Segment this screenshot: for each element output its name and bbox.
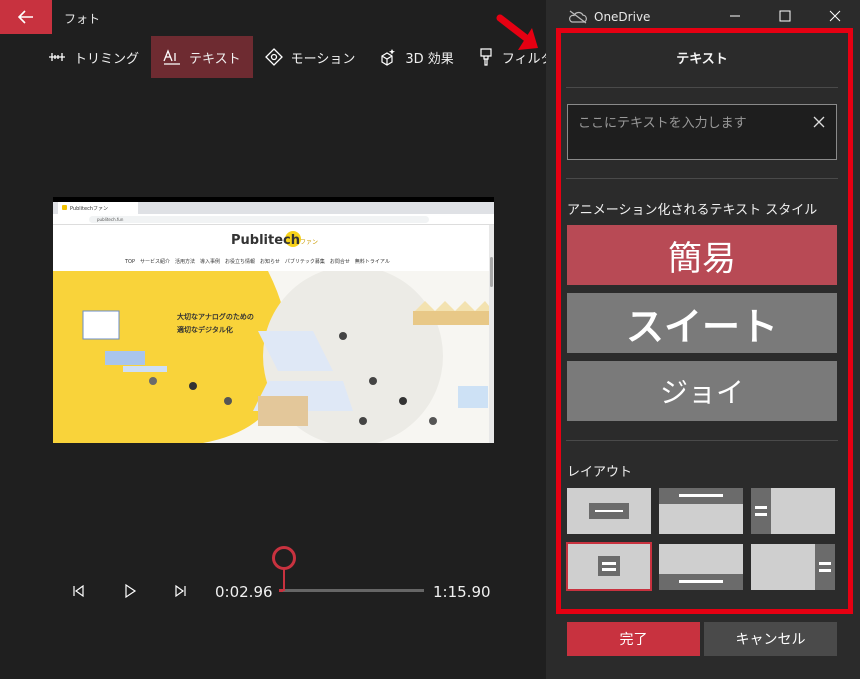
app-title: フォト	[64, 12, 101, 26]
next-frame-button[interactable]	[171, 581, 191, 601]
annotation-arrow-icon	[496, 14, 538, 50]
close-window-button[interactable]	[826, 7, 844, 25]
site-logo: Publitechファン	[231, 233, 318, 248]
divider	[566, 87, 838, 88]
maximize-button[interactable]	[776, 7, 794, 25]
layout-center-option[interactable]	[567, 488, 651, 534]
current-time: 0:02.96	[215, 583, 273, 601]
style-sweet-button[interactable]: スイート	[567, 293, 837, 353]
site-nav: TOP サービス紹介 活用方法 導入事例 お役立ち情報 お知らせ パブリテック募…	[125, 259, 390, 265]
style-simple-button[interactable]: 簡易	[567, 225, 837, 285]
back-button[interactable]	[0, 0, 52, 34]
video-preview[interactable]: Publitechファン publitech.fun Publitechファン …	[53, 197, 494, 443]
motion-icon	[264, 48, 283, 66]
previous-frame-button[interactable]	[68, 581, 88, 601]
website-screenshot: Publitechファン TOP サービス紹介 活用方法 導入事例 お役立ち情報…	[53, 225, 494, 443]
layout-bottom-option[interactable]	[659, 544, 743, 590]
style-sweet-label: スイート	[625, 304, 778, 349]
photos-app-window: フォト トリミング テキスト モーション 3D 効果 フィルター Publite…	[0, 0, 860, 679]
layout-line	[755, 506, 767, 509]
step-forward-icon	[175, 584, 186, 598]
scroll-thumb	[490, 257, 493, 287]
tab-3d-effects-label: 3D 効果	[405, 51, 454, 67]
minimize-button[interactable]	[726, 7, 744, 25]
divider	[566, 440, 838, 441]
clear-icon[interactable]	[812, 115, 826, 129]
maximize-icon	[779, 10, 791, 22]
done-button[interactable]: 完了	[567, 622, 700, 656]
cancel-label: キャンセル	[735, 632, 806, 648]
hero-line-2: 適切なデジタル化	[177, 326, 233, 334]
playback-controls: 0:02.96 1:15.90	[0, 545, 540, 625]
3d-effects-icon	[381, 49, 396, 66]
panel-title: テキスト	[676, 52, 728, 67]
timeline-track[interactable]	[282, 589, 424, 592]
layout-bar	[598, 556, 620, 576]
playhead-line	[283, 567, 285, 591]
tab-trim[interactable]: トリミング	[36, 36, 151, 78]
browser-address-bar: publitech.fun	[53, 214, 494, 225]
total-time: 1:15.90	[433, 583, 491, 601]
browser-tab-bar: Publitechファン	[53, 202, 494, 214]
layout-bar	[751, 488, 771, 534]
play-button[interactable]	[120, 581, 140, 601]
onedrive-title: OneDrive	[594, 10, 651, 24]
style-joy-button[interactable]: ジョイ	[567, 361, 837, 421]
hero-line-1: 大切なアナログのための	[177, 313, 254, 321]
browser-tab: Publitechファン	[58, 202, 138, 214]
tab-motion[interactable]: モーション	[253, 36, 368, 78]
text-input-box[interactable]	[567, 104, 837, 160]
trim-icon	[49, 53, 65, 61]
layout-bar	[815, 544, 835, 590]
hero-copy: 大切なアナログのための 適切なデジタル化	[177, 271, 254, 337]
minimize-icon	[730, 15, 740, 17]
divider	[566, 178, 838, 179]
tab-3d-effects[interactable]: 3D 効果	[367, 36, 465, 78]
close-icon	[829, 10, 841, 22]
layout-left-option[interactable]	[751, 488, 835, 534]
site-logo-suffix: ファン	[300, 239, 319, 246]
layout-line	[679, 580, 723, 583]
animated-styles-label: アニメーション化されるテキスト スタイル	[567, 203, 818, 218]
layout-top-option[interactable]	[659, 488, 743, 534]
layout-line	[819, 562, 831, 565]
layout-right-option[interactable]	[751, 544, 835, 590]
text-icon	[163, 49, 181, 65]
hero-illustration-image	[53, 266, 493, 443]
layout-center-small-option[interactable]	[566, 542, 652, 591]
tab-text-label: テキスト	[189, 51, 241, 67]
step-back-icon	[73, 584, 84, 598]
filter-icon	[480, 48, 492, 66]
site-hero-illustration	[53, 266, 494, 443]
play-icon	[125, 584, 137, 598]
layout-line	[819, 569, 831, 572]
site-logo-text: Publitech	[231, 233, 300, 248]
playhead-handle[interactable]	[272, 546, 296, 570]
cancel-button[interactable]: キャンセル	[704, 622, 837, 656]
layout-line	[602, 568, 616, 571]
layout-line	[595, 510, 623, 512]
style-joy-label: ジョイ	[659, 376, 744, 409]
site-header: Publitechファン TOP サービス紹介 活用方法 導入事例 お役立ち情報…	[53, 225, 494, 271]
onedrive-cloud-icon	[569, 10, 587, 24]
tab-trim-label: トリミング	[74, 51, 140, 67]
back-arrow-icon	[18, 10, 33, 24]
address-field: publitech.fun	[89, 216, 429, 223]
layout-label: レイアウト	[567, 465, 633, 480]
layout-line	[755, 513, 767, 516]
style-simple-label: 簡易	[668, 238, 736, 279]
tab-motion-label: モーション	[290, 51, 356, 67]
done-label: 完了	[619, 632, 648, 648]
layout-line	[679, 494, 723, 497]
tab-text[interactable]: テキスト	[151, 36, 253, 78]
layout-line	[602, 562, 616, 565]
browser-scrollbar	[489, 225, 494, 443]
text-input[interactable]	[578, 113, 808, 133]
